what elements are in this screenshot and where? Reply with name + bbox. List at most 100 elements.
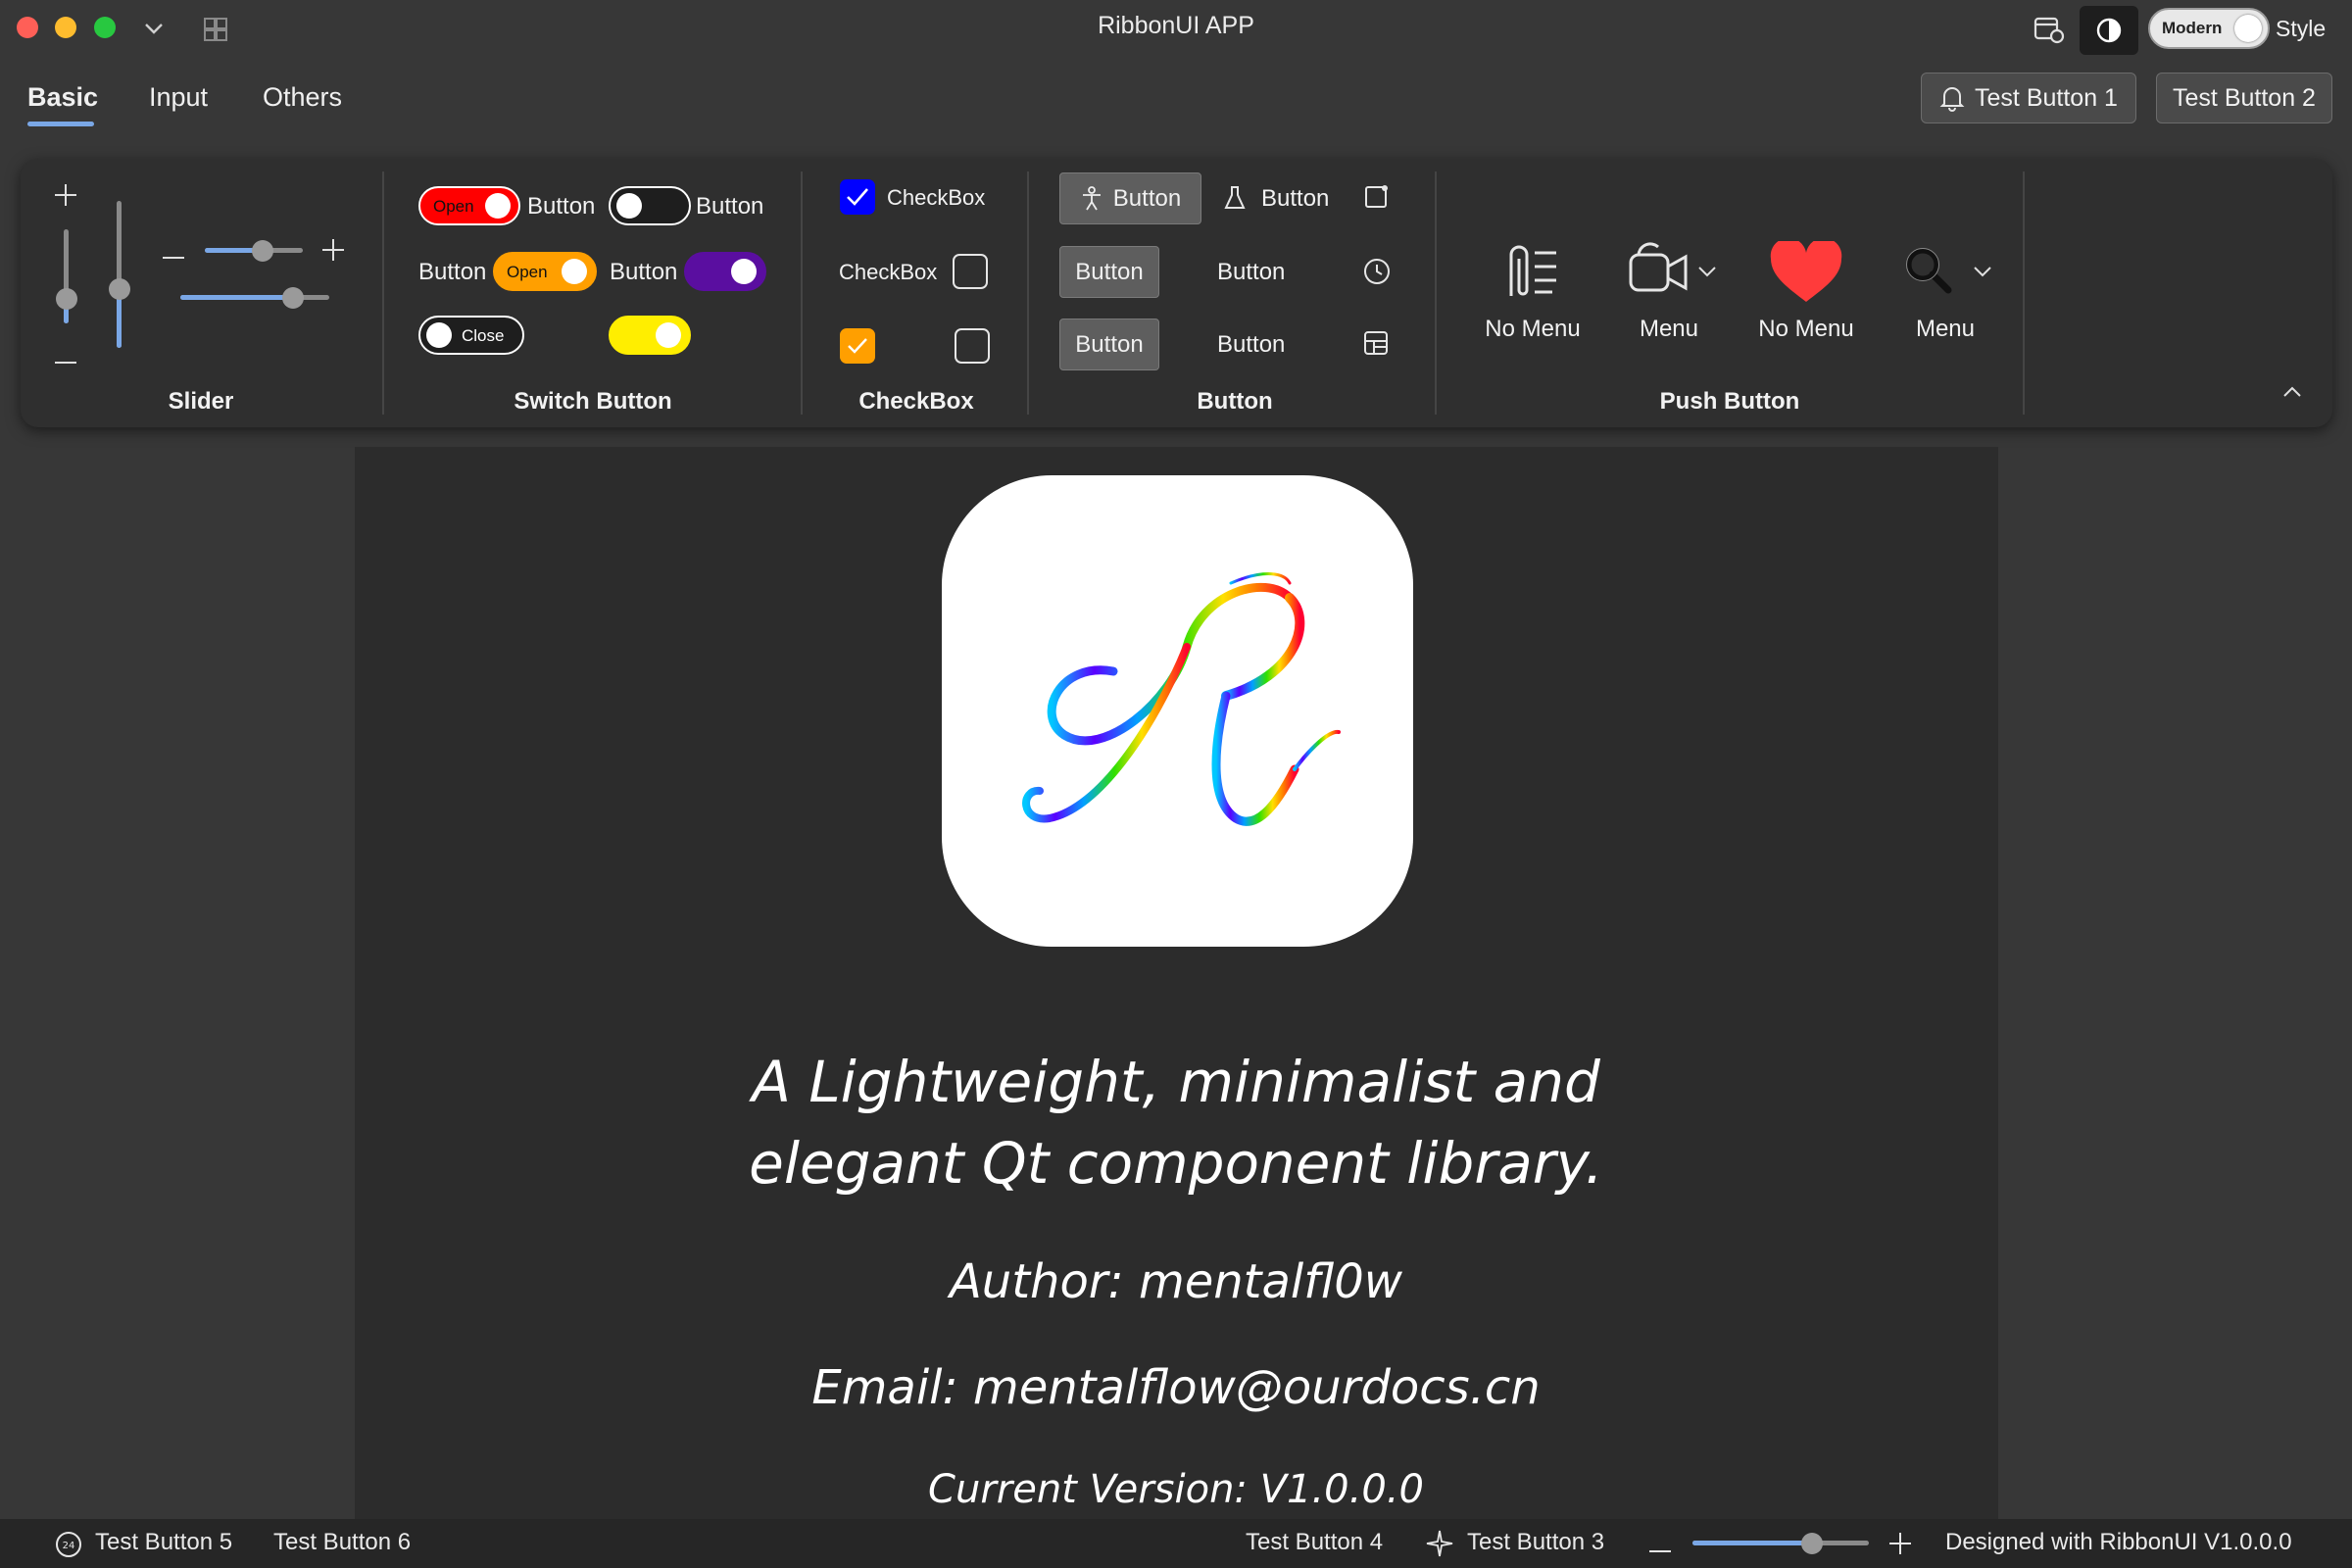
tab-active-indicator <box>27 122 94 126</box>
app-logo <box>942 475 1413 947</box>
group-label-button: Button <box>1197 388 1273 415</box>
plus-icon[interactable] <box>53 182 78 213</box>
checkbox-label: CheckBox <box>839 260 938 284</box>
accessibility-icon <box>1082 185 1101 210</box>
flask-icon <box>1223 184 1247 217</box>
minus-icon[interactable] <box>53 353 78 370</box>
switch-close[interactable]: Close <box>418 316 524 355</box>
group-label-checkbox: CheckBox <box>858 388 974 415</box>
bell-icon <box>1939 87 1965 112</box>
switch-off-dark[interactable] <box>609 186 691 225</box>
group-separator <box>382 172 384 415</box>
test-button-6[interactable]: Test Button 6 <box>273 1529 411 1556</box>
svg-text:24: 24 <box>63 1541 75 1551</box>
zoom-out-icon[interactable] <box>1648 1542 1672 1559</box>
slider-handle[interactable] <box>109 278 130 300</box>
switch-on-purple[interactable] <box>684 252 766 291</box>
tab-input[interactable]: Input <box>149 82 208 113</box>
heart-icon[interactable] <box>1769 237 1843 311</box>
group-separator <box>1027 172 1029 415</box>
group-label-switch: Switch Button <box>514 388 672 415</box>
switch-knob <box>2234 15 2262 42</box>
attachment-list-icon[interactable] <box>1497 241 1562 307</box>
zoom-slider-handle[interactable] <box>1801 1533 1823 1554</box>
switch-label: Open <box>507 263 548 281</box>
slider-handle[interactable] <box>252 240 273 262</box>
checkbox-unchecked[interactable] <box>955 328 990 364</box>
switch-open-red[interactable]: Open <box>418 186 520 225</box>
button-label[interactable]: Button <box>1217 331 1285 359</box>
table-icon[interactable] <box>1362 329 1390 362</box>
switch-on-yellow[interactable] <box>609 316 691 355</box>
app-window: RibbonUI APP Modern Style Basic Input Ot… <box>0 0 2352 1568</box>
switch-label: Open <box>433 197 474 216</box>
chevron-down-icon[interactable] <box>1696 261 1718 285</box>
switch-knob <box>562 259 587 284</box>
zoom-in-icon[interactable] <box>1887 1531 1913 1561</box>
style-switch-label: Modern <box>2162 19 2223 37</box>
test-button-2[interactable]: Test Button 2 <box>2156 73 2332 123</box>
minus-icon[interactable] <box>161 248 186 266</box>
tab-others[interactable]: Others <box>263 82 342 113</box>
button-with-icon-1[interactable]: Button <box>1059 172 1201 224</box>
push-button-no-menu-1-label[interactable]: No Menu <box>1482 316 1584 343</box>
button-gray-1[interactable]: Button <box>1059 246 1159 298</box>
theme-toggle-button[interactable] <box>2080 6 2138 55</box>
group-label-slider: Slider <box>168 388 234 415</box>
test-button-4[interactable]: Test Button 4 <box>1246 1529 1383 1556</box>
test-button-1[interactable]: Test Button 1 <box>1921 73 2136 123</box>
sparkle-icon[interactable] <box>1425 1529 1454 1563</box>
search-icon[interactable] <box>1903 245 1954 301</box>
window-settings-icon[interactable] <box>2033 14 2066 50</box>
tagline-line-2: elegant Qt component library. <box>749 1130 1603 1197</box>
chevron-down-icon[interactable] <box>1972 261 1993 285</box>
tagline-line-1: A Lightweight, minimalist and <box>752 1049 1600 1115</box>
version-text: Current Version: V1.0.0.0 <box>928 1467 1424 1512</box>
switch-label: Close <box>462 326 505 345</box>
plus-icon[interactable] <box>320 237 346 268</box>
checkbox-unchecked[interactable] <box>953 254 988 289</box>
window-title: RibbonUI APP <box>1098 12 1254 39</box>
button-gray-2[interactable]: Button <box>1059 318 1159 370</box>
test-button-2-label: Test Button 2 <box>2173 83 2316 112</box>
test-button-1-label: Test Button 1 <box>1975 83 2118 112</box>
style-label: Style <box>2276 16 2327 41</box>
checkbox-label: CheckBox <box>887 185 986 210</box>
test-button-3[interactable]: Test Button 3 <box>1467 1529 1604 1556</box>
window-new-icon[interactable] <box>1363 182 1391 215</box>
check-icon <box>848 338 867 354</box>
push-button-menu-1-label[interactable]: Menu <box>1627 316 1711 343</box>
slider-handle[interactable] <box>56 288 77 310</box>
collapse-ribbon-icon[interactable] <box>2280 382 2304 407</box>
button-label: Button <box>1112 184 1182 212</box>
zoom-slider-fill <box>1692 1541 1812 1545</box>
clock-24-icon[interactable]: 24 <box>54 1530 83 1564</box>
clock-icon[interactable] <box>1362 257 1392 291</box>
designed-with-label: Designed with RibbonUI V1.0.0.0 <box>1945 1529 2292 1555</box>
author-text: Author: mentalfl0w <box>949 1254 1403 1309</box>
button-label: Button <box>1075 258 1144 285</box>
group-separator <box>801 172 803 415</box>
video-camera-icon[interactable] <box>1627 239 1691 307</box>
checkbox-orange-checked[interactable] <box>840 328 875 364</box>
switch-open-orange[interactable]: Open <box>493 252 597 291</box>
tab-basic[interactable]: Basic <box>27 82 98 113</box>
group-label-push-button: Push Button <box>1659 388 1800 415</box>
check-icon <box>847 188 868 206</box>
checkbox-blue-checked[interactable] <box>840 179 875 215</box>
push-button-menu-2-label[interactable]: Menu <box>1903 316 1987 343</box>
email-text: Email: mentalflow@ourdocs.cn <box>811 1360 1541 1415</box>
style-switch[interactable]: Modern <box>2148 8 2270 49</box>
button-label: Button <box>1075 330 1144 358</box>
group-separator <box>2023 172 2025 415</box>
contrast-icon <box>2096 18 2122 43</box>
test-button-5[interactable]: Test Button 5 <box>95 1529 232 1556</box>
slider-handle[interactable] <box>282 287 304 309</box>
push-button-no-menu-2-label[interactable]: No Menu <box>1754 316 1858 343</box>
switch-button-label: Button <box>696 193 764 220</box>
switch-knob <box>656 322 681 348</box>
switch-button-label: Button <box>527 193 596 220</box>
button-label[interactable]: Button <box>1217 259 1285 286</box>
button-label[interactable]: Button <box>1261 185 1329 213</box>
slider-fill <box>180 295 293 300</box>
